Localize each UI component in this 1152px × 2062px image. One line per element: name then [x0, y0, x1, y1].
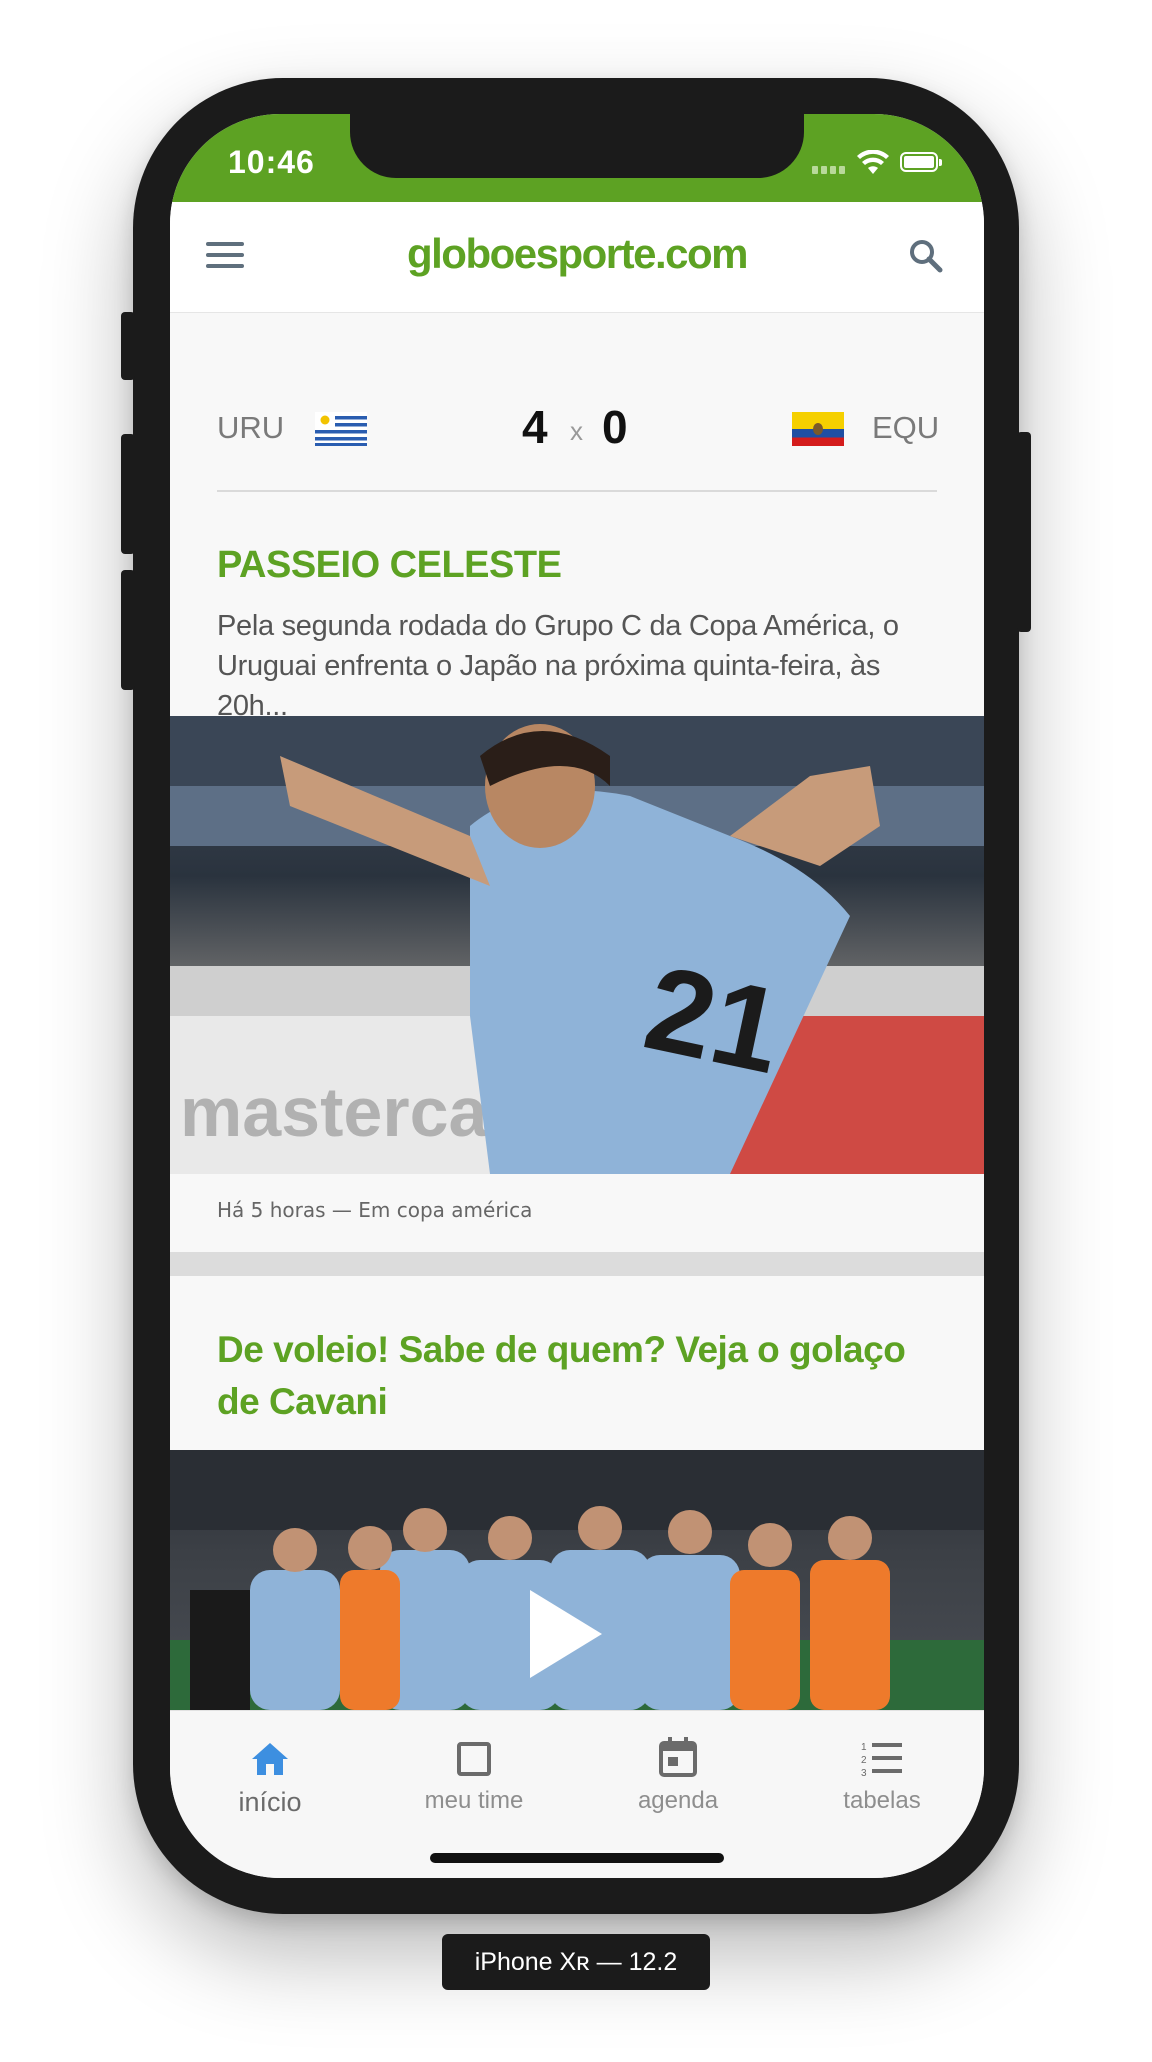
calendar-icon [659, 1737, 697, 1777]
site-logo[interactable]: globoesporte.com [170, 230, 984, 278]
divider [217, 490, 937, 492]
svg-text:2: 2 [861, 1755, 867, 1766]
video-headline[interactable]: De voleio! Sabe de quem? Veja o golaço d… [217, 1324, 937, 1428]
section-separator [170, 1252, 984, 1276]
signal-icon [812, 164, 846, 174]
screen: 10:46 globoesporte.com URU 4 x 0 EQU PAS… [170, 114, 984, 1878]
tab-label: tabelas [843, 1787, 921, 1814]
home-team-abbr: URU [217, 410, 285, 445]
tab-bar: início meu time agenda 1 2 3 tabelas [170, 1710, 984, 1878]
tab-label: início [238, 1787, 302, 1817]
player-celebration-image: mastercard 21 [170, 716, 984, 1174]
tab-meu-time[interactable]: meu time [374, 1731, 574, 1815]
status-time: 10:46 [228, 144, 315, 180]
wifi-icon [857, 150, 889, 174]
power-button [1017, 432, 1031, 632]
svg-text:3: 3 [861, 1768, 867, 1779]
score-separator: x [570, 416, 583, 446]
article-summary[interactable]: Pela segunda rodada do Grupo C da Copa A… [217, 606, 947, 726]
list-icon: 1 2 3 [861, 1742, 902, 1779]
notch [350, 114, 804, 178]
app-header: globoesporte.com [170, 202, 984, 313]
tab-inicio[interactable]: início [170, 1731, 370, 1818]
tab-label: agenda [637, 1787, 719, 1814]
article-headline[interactable]: PASSEIO CELESTE [217, 544, 562, 587]
home-icon [252, 1743, 288, 1775]
svg-text:21: 21 [635, 940, 793, 1099]
tab-label: meu time [424, 1787, 524, 1814]
volume-up-button [121, 434, 135, 554]
away-team-abbr: EQU [872, 410, 940, 445]
match-scoreboard[interactable]: URU 4 x 0 EQU [170, 312, 984, 492]
video-thumbnail[interactable] [170, 1450, 984, 1710]
tab-agenda[interactable]: agenda [578, 1731, 778, 1815]
square-icon [457, 1742, 491, 1776]
search-icon[interactable] [906, 236, 946, 276]
home-indicator[interactable] [430, 1853, 724, 1863]
article-meta: Há 5 horas — Em copa américa [217, 1198, 533, 1222]
away-score: 0 [602, 401, 628, 453]
tab-tabelas[interactable]: 1 2 3 tabelas [782, 1731, 982, 1815]
uruguay-flag-icon [315, 412, 367, 446]
article-photo[interactable]: mastercard 21 [170, 716, 984, 1174]
battery-icon [900, 152, 942, 172]
mute-switch [121, 312, 135, 380]
device-label: iPhone Xʀ — 12.2 [442, 1934, 710, 1990]
ecuador-flag-icon [792, 412, 844, 446]
play-icon[interactable] [530, 1590, 602, 1678]
home-score: 4 [522, 401, 548, 453]
svg-text:1: 1 [861, 1742, 867, 1753]
volume-down-button [121, 570, 135, 690]
